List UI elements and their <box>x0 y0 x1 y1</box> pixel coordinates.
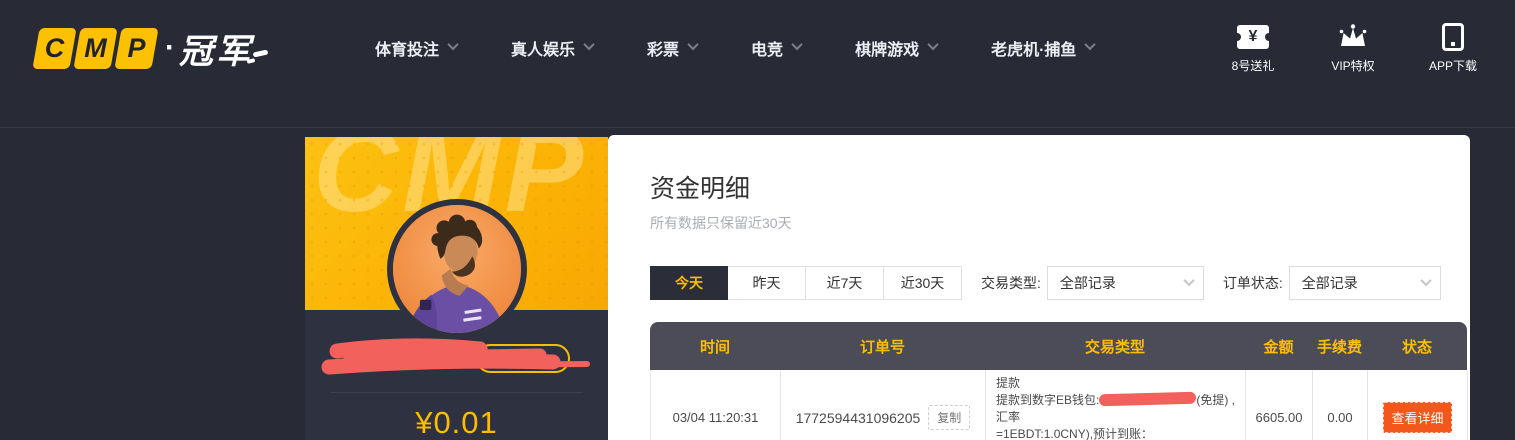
logo-tile: C <box>32 28 76 69</box>
nav-item-board-games[interactable]: 棋牌游戏 <box>855 36 937 60</box>
nav-item-slots-fishing[interactable]: 老虎机·捕鱼 <box>991 36 1094 60</box>
gift-day8-button[interactable]: ¥ 8号送礼 <box>1221 23 1285 74</box>
cell-order-no: 1772594431096205 复制 <box>781 370 986 440</box>
table-row: 03/04 11:20:31 1772594431096205 复制 提款 提款… <box>650 370 1467 440</box>
crown-icon <box>1337 23 1369 51</box>
col-header-status: 状态 <box>1367 336 1467 357</box>
chevron-down-icon <box>583 38 594 49</box>
wallet-balance: ¥0.01 <box>305 405 608 440</box>
cell-time: 03/04 11:20:31 <box>651 370 781 440</box>
order-status-select[interactable]: 全部记录 <box>1289 266 1441 300</box>
type-detail-line1: 提款到数字EB钱包:eb4u(免提) ,汇率 <box>996 392 1235 426</box>
copy-button[interactable]: 复制 <box>928 405 970 430</box>
tab-yesterday[interactable]: 昨天 <box>728 266 806 300</box>
top-navbar: C M P · 冠军 体育投注 真人娱乐 彩票 电竞 棋牌游戏 老虎机·捕鱼 ¥… <box>0 0 1515 128</box>
table-header-row: 时间 订单号 交易类型 金额 手续费 状态 <box>650 322 1467 370</box>
cell-fee: 0.00 <box>1313 370 1368 440</box>
cell-status: 查看详细 <box>1368 370 1468 440</box>
filter-bar: 今天 昨天 近7天 近30天 交易类型: 全部记录 订单状态: 全部记录 <box>650 266 1467 300</box>
tablet-icon <box>1442 23 1464 51</box>
page-title: 资金明细 <box>650 169 750 205</box>
logo-brand-name: 冠军 <box>179 24 253 73</box>
avatar-photo <box>393 205 521 333</box>
logo-tile: P <box>114 28 158 69</box>
yen-ticket-icon: ¥ <box>1237 25 1269 49</box>
type-detail-line2: =1EBDT:1.0CNY),预计到账： 6605.0000EBDT <box>996 426 1235 440</box>
col-header-type: 交易类型 <box>985 336 1245 357</box>
divider <box>330 392 583 393</box>
nav-item-lottery[interactable]: 彩票 <box>647 36 697 60</box>
col-header-amount: 金额 <box>1245 336 1312 357</box>
chevron-down-icon <box>447 38 458 49</box>
transactions-table: 时间 订单号 交易类型 金额 手续费 状态 03/04 11:20:31 177… <box>650 322 1467 440</box>
cell-transaction-type: 提款 提款到数字EB钱包:eb4u(免提) ,汇率 =1EBDT:1.0CNY)… <box>986 370 1246 440</box>
chevron-down-icon <box>791 38 802 49</box>
date-range-tabs: 今天 昨天 近7天 近30天 <box>650 266 962 300</box>
nav-item-esports[interactable]: 电竞 <box>751 36 801 60</box>
logo-speed-dashes-icon <box>253 31 273 65</box>
main-nav: 体育投注 真人娱乐 彩票 电竞 棋牌游戏 老虎机·捕鱼 <box>375 0 1094 96</box>
order-number: 1772594431096205 <box>796 410 921 426</box>
app-download-button[interactable]: APP下载 <box>1421 23 1485 74</box>
type-title: 提款 <box>996 375 1020 392</box>
chevron-down-icon <box>927 38 938 49</box>
chevron-down-icon <box>687 38 698 49</box>
logo-separator-dot: · <box>165 31 175 65</box>
redaction-scribble <box>315 337 600 385</box>
avatar[interactable] <box>387 199 527 339</box>
profile-card: CMP VIP1 <box>305 137 608 440</box>
transaction-type-label: 交易类型: <box>981 273 1041 293</box>
tab-last-7-days[interactable]: 近7天 <box>806 266 884 300</box>
tab-last-30-days[interactable]: 近30天 <box>884 266 962 300</box>
view-details-button[interactable]: 查看详细 <box>1383 402 1451 433</box>
tab-today[interactable]: 今天 <box>650 266 728 300</box>
col-header-order-no: 订单号 <box>780 336 985 357</box>
chevron-down-icon <box>1183 274 1194 285</box>
cell-amount: 6605.00 <box>1246 370 1313 440</box>
nav-item-live-casino[interactable]: 真人娱乐 <box>511 36 593 60</box>
transaction-type-select[interactable]: 全部记录 <box>1047 266 1204 300</box>
brand-logo[interactable]: C M P · 冠军 <box>36 24 273 73</box>
chevron-down-icon <box>1420 274 1431 285</box>
funds-detail-panel: 资金明细 所有数据只保留近30天 今天 昨天 近7天 近30天 交易类型: 全部… <box>608 135 1470 440</box>
order-status-label: 订单状态: <box>1223 273 1283 293</box>
col-header-time: 时间 <box>650 336 780 357</box>
chevron-down-icon <box>1085 38 1096 49</box>
page-subtitle: 所有数据只保留近30天 <box>650 213 792 233</box>
nav-item-sports[interactable]: 体育投注 <box>375 36 457 60</box>
col-header-fee: 手续费 <box>1312 336 1367 357</box>
logo-tile: M <box>73 28 117 69</box>
nav-utilities: ¥ 8号送礼 VIP特权 APP下载 <box>1221 0 1485 96</box>
redaction-scribble: eb4u <box>1099 392 1196 407</box>
vip-privileges-button[interactable]: VIP特权 <box>1321 23 1385 74</box>
